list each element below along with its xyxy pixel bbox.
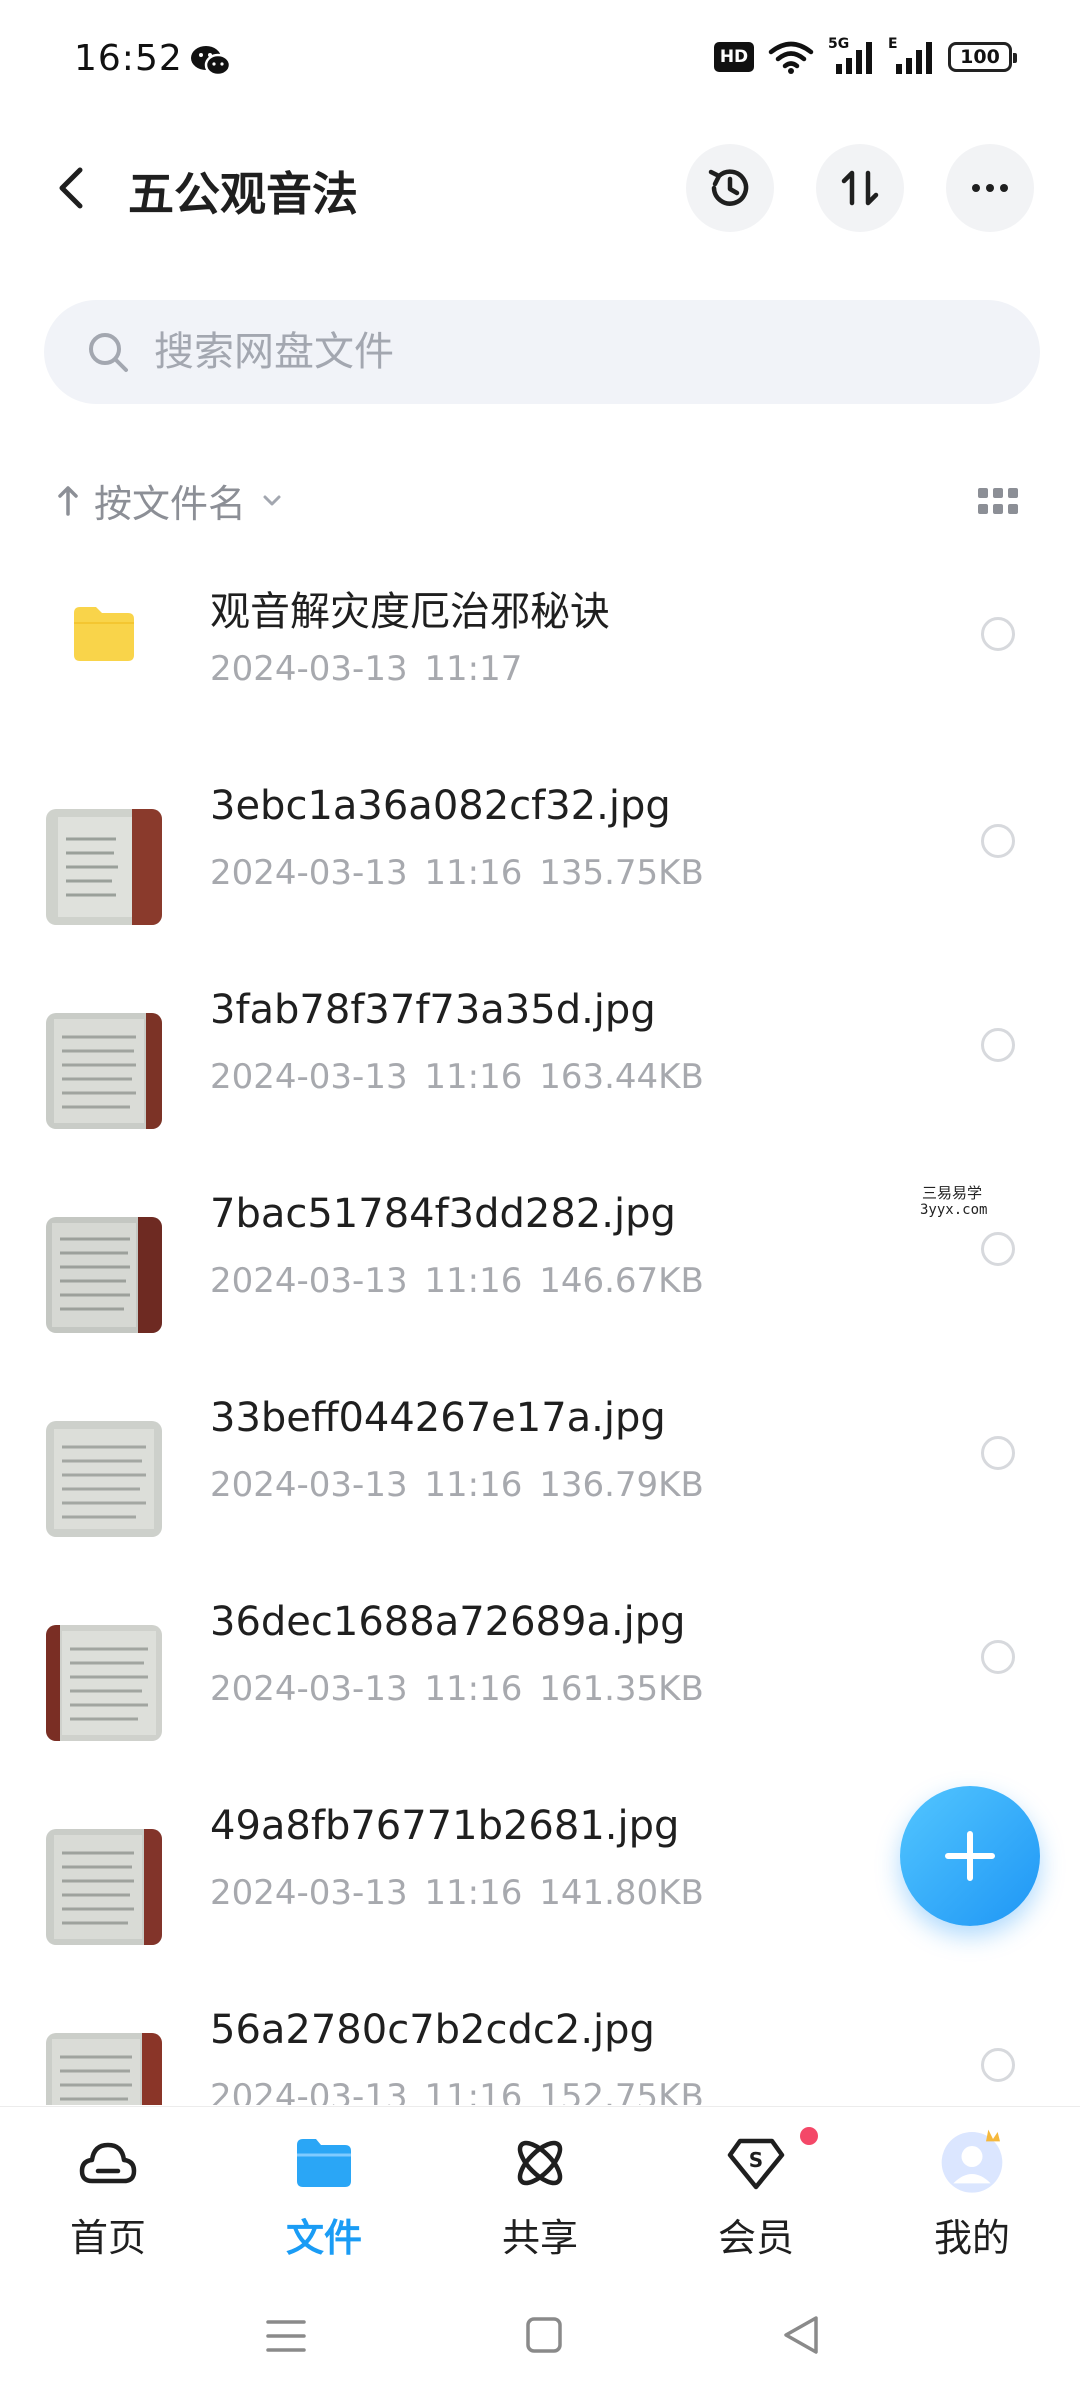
file-name: 7bac51784f3dd282.jpg xyxy=(210,1191,676,1237)
file-name: 3ebc1a36a082cf32.jpg xyxy=(210,783,671,829)
nav-tab-home[interactable]: 首页 xyxy=(28,2133,188,2273)
status-icons: HD 5G E 100 xyxy=(714,36,1017,74)
search-icon xyxy=(89,333,128,372)
image-thumbnail xyxy=(46,1013,162,1129)
back-triangle-icon[interactable] xyxy=(772,2306,832,2366)
transfer-button[interactable] xyxy=(816,144,904,232)
nav-tab-profile[interactable]: 我的 xyxy=(892,2129,1052,2273)
bottom-navigation: 首页 文件 共享 S 会员 我的 xyxy=(0,2106,1080,2276)
image-thumbnail xyxy=(46,1829,162,1945)
search-input[interactable] xyxy=(154,329,954,375)
grid-view-icon[interactable] xyxy=(976,484,1020,520)
battery-indicator: 100 xyxy=(948,42,1017,72)
back-arrow-icon[interactable] xyxy=(46,162,98,214)
list-item-file[interactable]: 3ebc1a36a082cf32.jpg 2024-03-13 11:16 13… xyxy=(0,749,1080,953)
signal-bars-icon-2 xyxy=(896,42,932,74)
wechat-icon xyxy=(191,46,232,77)
nav-label: 共享 xyxy=(501,2216,578,2260)
folder-icon xyxy=(74,607,134,661)
select-checkbox[interactable] xyxy=(981,2048,1015,2082)
file-meta: 2024-03-13 11:16 141.80KB xyxy=(210,1873,704,1913)
upload-download-icon xyxy=(841,170,879,206)
nav-tab-share[interactable]: 共享 xyxy=(460,2133,620,2273)
file-meta: 2024-03-13 11:16 146.67KB xyxy=(210,1261,704,1301)
image-thumbnail xyxy=(46,1625,162,1741)
more-dots-icon xyxy=(972,184,1008,192)
nav-label: 我的 xyxy=(933,2216,1010,2260)
list-item-file[interactable]: 33beff044267e17a.jpg 2024-03-13 11:16 13… xyxy=(0,1361,1080,1565)
watermark: 三易易学 3yyx.com xyxy=(820,1172,1080,1224)
page-title: 五公观音法 xyxy=(128,167,358,221)
file-name: 观音解灾度厄治邪秘诀 xyxy=(210,589,610,635)
nav-tab-files[interactable]: 文件 xyxy=(244,2133,404,2273)
vip-diamond-icon: S xyxy=(727,2138,785,2190)
wifi-icon xyxy=(768,41,814,74)
menu-icon[interactable] xyxy=(256,2306,316,2366)
nav-label: 首页 xyxy=(69,2216,146,2260)
status-bar: 16:52 HD 5G E 100 xyxy=(0,0,1080,120)
file-meta: 2024-03-13 11:16 161.35KB xyxy=(210,1669,704,1709)
nav-label: 会员 xyxy=(717,2216,794,2260)
history-icon xyxy=(708,169,749,206)
folder-icon xyxy=(297,2139,351,2187)
image-thumbnail xyxy=(46,1217,162,1333)
select-checkbox[interactable] xyxy=(981,1232,1015,1266)
file-meta: 2024-03-13 11:16 163.44KB xyxy=(210,1057,704,1097)
file-name: 56a2780c7b2cdc2.jpg xyxy=(210,2007,655,2053)
share-orbit-icon xyxy=(517,2140,563,2186)
history-button[interactable] xyxy=(686,144,774,232)
nav-tab-vip[interactable]: S 会员 xyxy=(676,2127,836,2273)
sort-arrow-up-icon xyxy=(58,486,78,516)
list-item-folder[interactable]: 观音解灾度厄治邪秘诀 2024-03-13 11:17 xyxy=(0,545,1080,749)
sort-selector[interactable]: 按文件名 xyxy=(56,474,284,526)
watermark-url: 3yyx.com xyxy=(920,1202,988,1218)
watermark-text: 三易易学 xyxy=(922,1184,983,1202)
more-button[interactable] xyxy=(946,144,1034,232)
file-name: 3fab78f37f73a35d.jpg xyxy=(210,987,656,1033)
nav-label: 文件 xyxy=(285,2216,362,2260)
signal-5g: 5G xyxy=(828,36,874,74)
image-thumbnail xyxy=(46,1421,162,1537)
image-thumbnail xyxy=(46,809,162,925)
add-button[interactable] xyxy=(900,1786,1040,1926)
plus-icon xyxy=(945,1831,995,1881)
status-time: 16:52 xyxy=(74,38,183,79)
select-checkbox[interactable] xyxy=(981,617,1015,651)
file-name: 33beff044267e17a.jpg xyxy=(210,1395,666,1441)
file-meta: 2024-03-13 11:16 152.75KB xyxy=(210,2077,704,2105)
file-name: 49a8fb76771b2681.jpg xyxy=(210,1803,680,1849)
select-checkbox[interactable] xyxy=(981,1640,1015,1674)
file-name: 36dec1688a72689a.jpg xyxy=(210,1599,686,1645)
list-item-file[interactable]: 3fab78f37f73a35d.jpg 2024-03-13 11:16 16… xyxy=(0,953,1080,1157)
file-meta: 2024-03-13 11:17 xyxy=(210,649,523,689)
avatar-icon xyxy=(941,2129,1003,2193)
hd-badge: HD xyxy=(714,42,754,72)
search-bar[interactable] xyxy=(44,300,1040,404)
cloud-icon xyxy=(79,2142,137,2184)
sort-label: 按文件名 xyxy=(94,481,247,526)
select-checkbox[interactable] xyxy=(981,824,1015,858)
select-checkbox[interactable] xyxy=(981,1028,1015,1062)
image-thumbnail xyxy=(46,2033,162,2105)
notification-dot xyxy=(800,2127,818,2145)
list-item-file[interactable]: 36dec1688a72689a.jpg 2024-03-13 11:16 16… xyxy=(0,1565,1080,1769)
top-app-bar: 五公观音法 xyxy=(0,140,1080,236)
file-meta: 2024-03-13 11:16 136.79KB xyxy=(210,1465,704,1505)
select-checkbox[interactable] xyxy=(981,1436,1015,1470)
file-meta: 2024-03-13 11:16 135.75KB xyxy=(210,853,704,893)
system-navigation-bar xyxy=(0,2276,1080,2400)
home-square-icon[interactable] xyxy=(514,2306,574,2366)
signal-bars-icon xyxy=(836,42,872,74)
svg-text:S: S xyxy=(749,2148,763,2172)
chevron-down-icon xyxy=(263,495,281,506)
list-item-file[interactable]: 56a2780c7b2cdc2.jpg 2024-03-13 11:16 152… xyxy=(0,1973,1080,2105)
signal-e: E xyxy=(888,36,934,74)
